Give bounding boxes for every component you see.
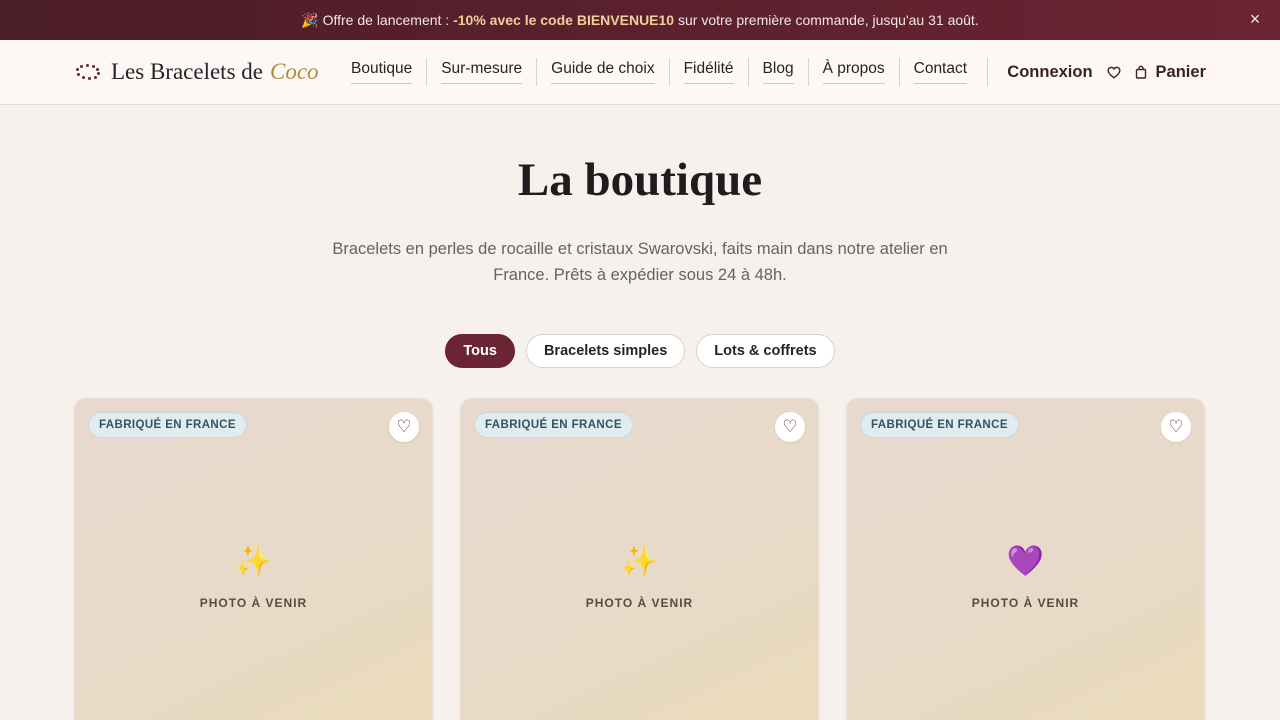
- nav-divider: [747, 58, 749, 86]
- promo-text: 🎉 Offre de lancement : -10% avec le code…: [301, 11, 979, 28]
- nav-sur-mesure[interactable]: Sur-mesure: [441, 60, 523, 84]
- login-link[interactable]: Connexion: [1007, 63, 1092, 82]
- purple-heart-icon: 💜: [1006, 545, 1045, 578]
- filter-lots-coffrets[interactable]: Lots & coffrets: [696, 334, 835, 368]
- site-logo[interactable]: Les Bracelets de Coco: [75, 40, 319, 104]
- product-card[interactable]: FABRIQUÉ EN FRANCE ♡ ✨ PHOTO À VENIR: [460, 398, 819, 720]
- nav-blog[interactable]: Blog: [762, 60, 794, 84]
- favorite-heart-icon[interactable]: ♡: [775, 412, 805, 442]
- site-header: Les Bracelets de Coco Boutique Sur-mesure…: [0, 40, 1280, 105]
- nav-boutique[interactable]: Boutique: [351, 60, 413, 84]
- page-subtitle: Bracelets en perles de rocaille et crist…: [332, 240, 948, 284]
- favorite-heart-icon[interactable]: ♡: [1161, 412, 1191, 442]
- promo-banner: 🎉 Offre de lancement : -10% avec le code…: [0, 0, 1280, 40]
- nav-guide-de-choix[interactable]: Guide de choix: [551, 60, 655, 84]
- photo-placeholder-label: PHOTO À VENIR: [585, 596, 694, 610]
- filter-tous[interactable]: Tous: [445, 334, 515, 368]
- close-icon[interactable]: ×: [1246, 10, 1264, 28]
- bracelet-logo-icon: [75, 64, 101, 80]
- nav-divider: [668, 58, 670, 86]
- header-divider: [987, 58, 989, 86]
- product-card[interactable]: FABRIQUÉ EN FRANCE ♡ ✨ PHOTO À VENIR: [74, 398, 433, 720]
- product-card[interactable]: FABRIQUÉ EN FRANCE ♡ 💜 PHOTO À VENIR: [846, 398, 1205, 720]
- shopping-bag-icon: [1135, 65, 1146, 79]
- cart-button[interactable]: Panier: [1134, 63, 1206, 82]
- filter-bracelets-simples[interactable]: Bracelets simples: [525, 334, 686, 368]
- made-in-france-badge: FABRIQUÉ EN FRANCE: [88, 412, 247, 438]
- wishlist-heart-icon[interactable]: [1106, 64, 1122, 80]
- favorite-heart-icon[interactable]: ♡: [389, 412, 419, 442]
- nav-contact[interactable]: Contact: [913, 60, 968, 84]
- nav-divider: [536, 58, 538, 86]
- main-nav: Boutique Sur-mesure Guide de choix Fidél…: [351, 40, 968, 104]
- brand-name: Les Bracelets de Coco: [111, 59, 319, 84]
- cart-label: Panier: [1155, 62, 1206, 81]
- category-filters: Tous Bracelets simples Lots & coffrets: [0, 334, 1280, 368]
- nav-divider: [807, 58, 809, 86]
- sparkles-icon: ✨: [234, 545, 273, 578]
- page-title: La boutique: [517, 154, 763, 206]
- brand-accent: Coco: [269, 59, 319, 84]
- header-actions: Connexion Panier: [987, 40, 1206, 104]
- nav-divider: [426, 58, 428, 86]
- nav-fidelite[interactable]: Fidélité: [683, 60, 734, 84]
- promo-code: -10% avec le code BIENVENUE10: [453, 11, 675, 28]
- nav-divider: [898, 58, 900, 86]
- photo-placeholder-label: PHOTO À VENIR: [199, 596, 308, 610]
- made-in-france-badge: FABRIQUÉ EN FRANCE: [474, 412, 633, 438]
- product-grid: FABRIQUÉ EN FRANCE ♡ ✨ PHOTO À VENIR FAB…: [74, 398, 1205, 720]
- photo-placeholder-label: PHOTO À VENIR: [971, 596, 1080, 610]
- sparkles-icon: ✨: [620, 545, 659, 578]
- made-in-france-badge: FABRIQUÉ EN FRANCE: [860, 412, 1019, 438]
- nav-a-propos[interactable]: À propos: [822, 60, 885, 84]
